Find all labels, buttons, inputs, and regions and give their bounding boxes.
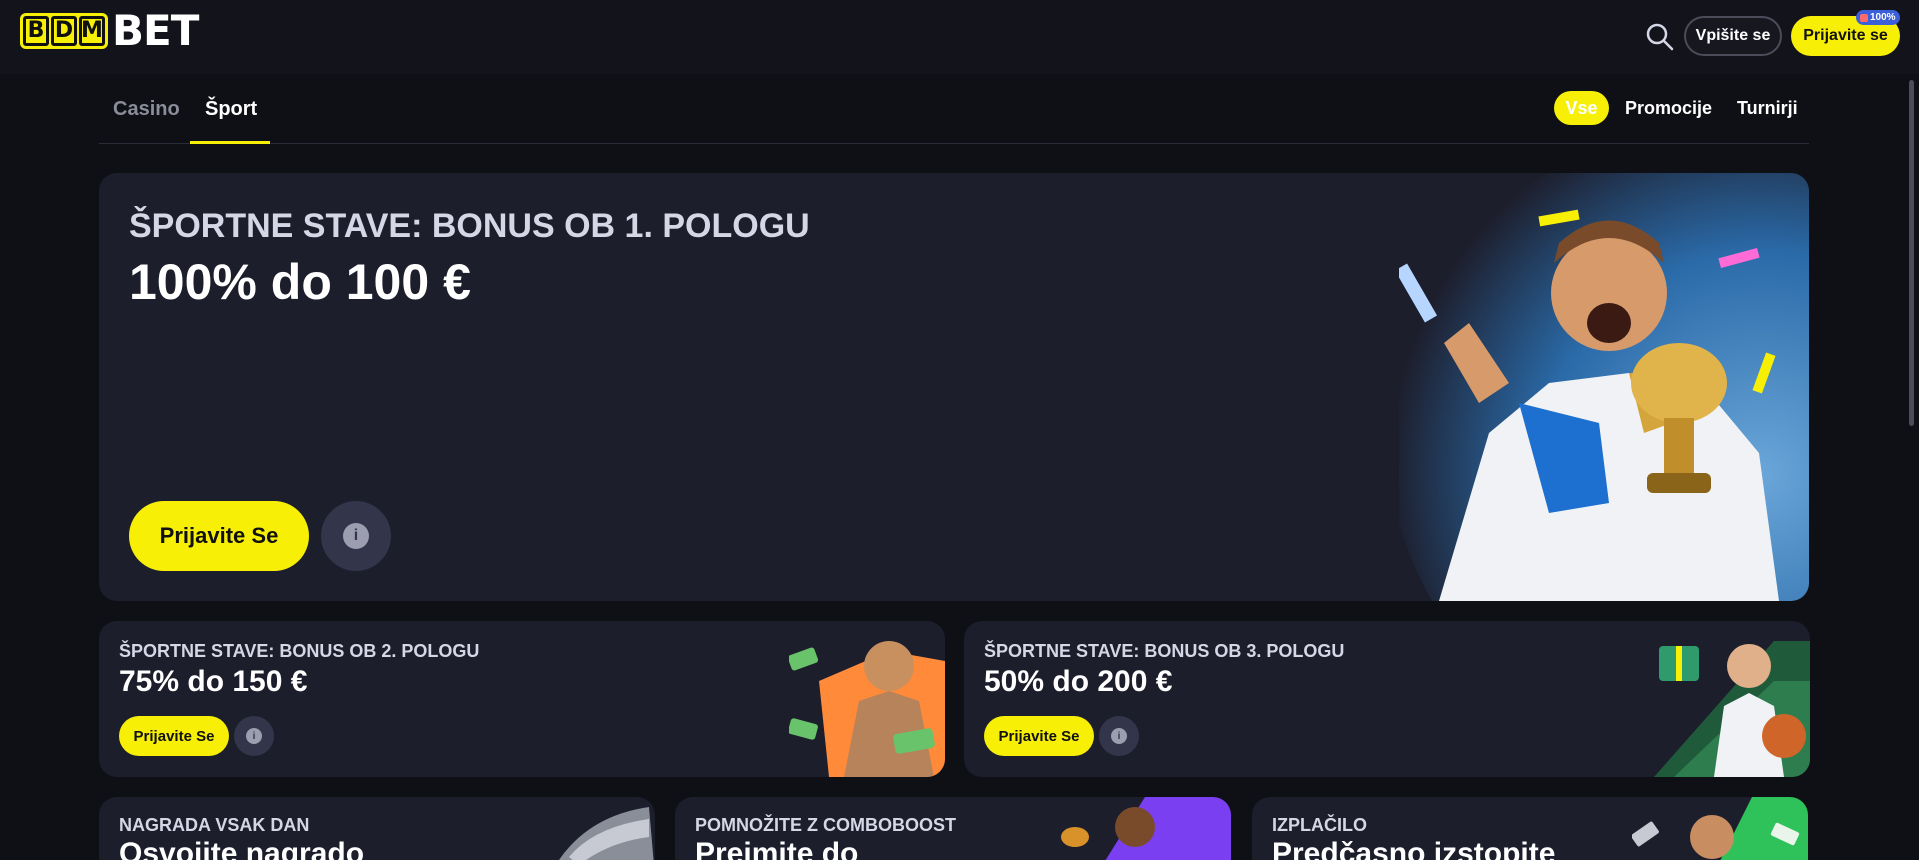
promo-info-button[interactable]: i <box>234 716 274 756</box>
feature-card[interactable]: IZPLAČILO Predčasno izstopite <box>1252 797 1808 860</box>
logo-letter-box: B D M <box>20 13 108 49</box>
promo-title: 75% do 150 € <box>119 665 308 698</box>
promo-title: 50% do 200 € <box>984 665 1173 698</box>
filter-promotions[interactable]: Promocije <box>1625 91 1712 125</box>
hero-subtitle: ŠPORTNE STAVE: BONUS OB 1. POLOGU <box>129 207 810 245</box>
player-coins-image <box>1061 797 1231 860</box>
feature-card[interactable]: POMNOŽITE Z COMBOBOOST Preimite do <box>675 797 1231 860</box>
promo-subtitle: ŠPORTNE STAVE: BONUS OB 2. POLOGU <box>119 641 480 661</box>
feature-subtitle: NAGRADA VSAK DAN <box>119 815 310 835</box>
hero-promo-card[interactable]: ŠPORTNE STAVE: BONUS OB 1. POLOGU 100% d… <box>99 173 1809 601</box>
logo-letter: B <box>23 16 49 46</box>
hero-info-button[interactable]: i <box>321 501 391 571</box>
badge-text: 100% <box>1870 12 1896 23</box>
info-icon: i <box>1111 728 1127 744</box>
car-image <box>559 807 654 860</box>
register-bonus-badge: 100% <box>1856 10 1900 25</box>
scrollbar-thumb[interactable] <box>1909 80 1914 426</box>
promo-register-button[interactable]: Prijavite Se <box>119 716 229 756</box>
fighter-image <box>789 641 945 777</box>
promo-card[interactable]: ŠPORTNE STAVE: BONUS OB 2. POLOGU 75% do… <box>99 621 945 777</box>
feature-subtitle: POMNOŽITE Z COMBOBOOST <box>695 815 956 835</box>
tab-sport[interactable]: Šport <box>205 98 257 121</box>
login-button[interactable]: Vpišite se <box>1684 16 1782 56</box>
feature-title: Osvojite nagrado <box>119 837 365 860</box>
top-header: B D M BET Vpišite se Prijavite se 100% <box>0 0 1919 74</box>
feature-title: Predčasno izstopite <box>1272 837 1556 860</box>
promo-subtitle: ŠPORTNE STAVE: BONUS OB 3. POLOGU <box>984 641 1345 661</box>
filter-tournaments[interactable]: Turnirji <box>1737 91 1798 125</box>
cashout-image <box>1632 797 1808 860</box>
active-tab-indicator <box>190 141 270 144</box>
tab-casino[interactable]: Casino <box>113 98 180 121</box>
feature-card[interactable]: NAGRADA VSAK DAN Osvojite nagrado <box>99 797 655 860</box>
info-icon: i <box>246 728 262 744</box>
bdm-bet-logo[interactable]: B D M BET <box>20 6 199 55</box>
promo-info-button[interactable]: i <box>1099 716 1139 756</box>
filter-all[interactable]: Vse <box>1554 91 1609 125</box>
logo-letter: D <box>51 16 77 46</box>
logo-word: BET <box>112 6 199 55</box>
promo-card[interactable]: ŠPORTNE STAVE: BONUS OB 3. POLOGU 50% do… <box>964 621 1810 777</box>
info-icon: i <box>343 523 369 549</box>
promo-register-button[interactable]: Prijavite Se <box>984 716 1094 756</box>
gift-icon <box>1860 13 1868 22</box>
feature-title: Preimite do <box>695 837 859 860</box>
feature-subtitle: IZPLAČILO <box>1272 815 1367 835</box>
athlete-gift-image <box>1654 641 1810 777</box>
footballer-trophy-image <box>1399 173 1809 601</box>
search-icon[interactable] <box>1645 22 1675 52</box>
logo-letter: M <box>79 16 105 46</box>
hero-title: 100% do 100 € <box>129 254 471 310</box>
hero-register-button[interactable]: Prijavite Se <box>129 501 309 571</box>
category-tabs: Casino Šport Vse Promocije Turnirji <box>99 86 1809 144</box>
